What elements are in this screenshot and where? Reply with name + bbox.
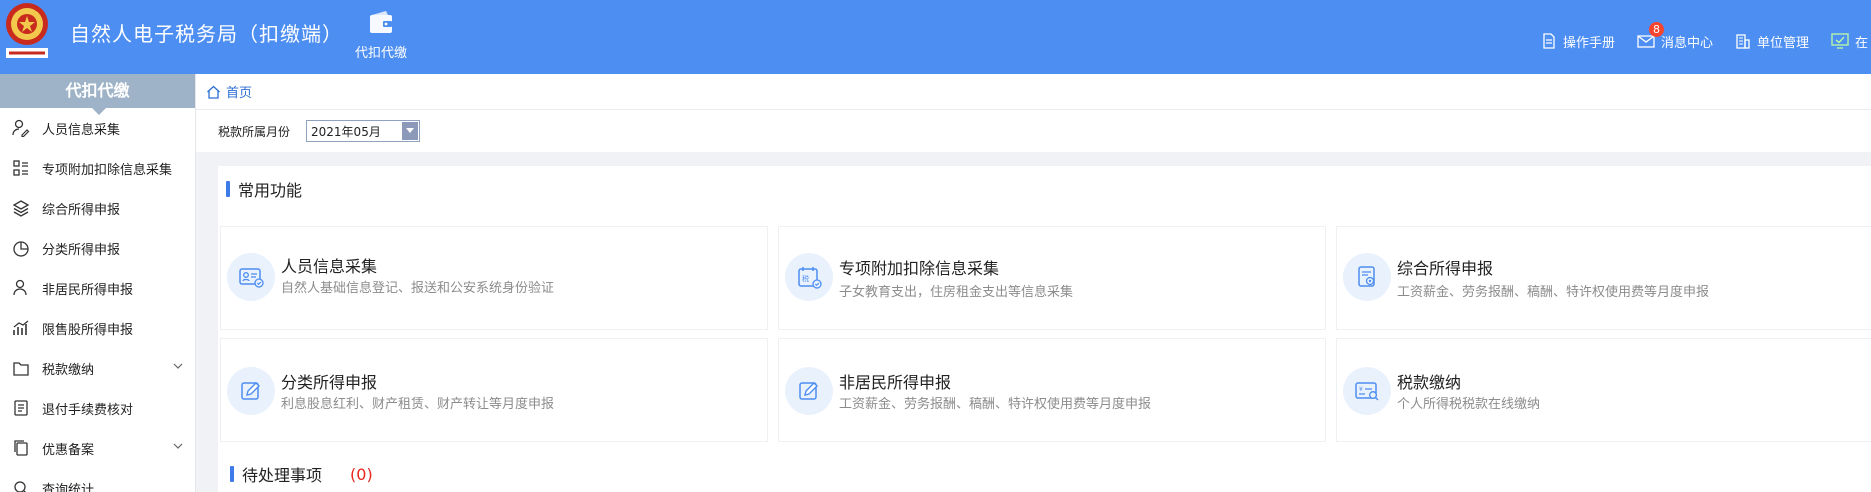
card-title: 综合所得申报 [1397,259,1494,278]
card-title: 非居民所得申报 [839,373,952,392]
card-title: 人员信息采集 [281,257,378,276]
online-status-label: 在 [1855,35,1869,51]
breadcrumb-home-link[interactable]: 首页 [226,82,252,101]
manual-label: 操作手册 [1562,35,1615,51]
user-icon [13,279,27,296]
common-functions-title: 常用功能 [226,166,302,212]
dropdown-arrow-icon[interactable] [402,122,419,140]
search-icon [14,481,26,492]
unit-management-label: 单位管理 [1756,35,1809,51]
header-actions: 操作手册 8 消息中心 单位管理 在 [1541,21,1871,52]
sidebar-item-label: 优惠备案 [42,442,95,458]
report-icon [1343,253,1391,301]
copy-icon [14,440,28,456]
tax-calendar-icon: 税 [785,253,833,301]
pending-items-count[interactable]: (0) [350,465,373,484]
svg-text:税: 税 [802,274,809,283]
pie-icon [13,241,29,257]
sidebar-item-label: 限售股所得申报 [42,322,134,338]
sidebar: 代扣代缴 人员信息采集 专项附加扣除信息采集 综合所得申报 分类所得申报 非居民… [0,74,196,492]
monitor-check-icon [1831,33,1849,49]
layers-icon [12,200,30,217]
sidebar-item-comprehensive-income[interactable]: 综合所得申报 [0,188,195,228]
home-icon[interactable] [206,85,221,99]
filter-bar: 税款所属月份 2021年05月 [196,110,1871,152]
breadcrumb: 首页 [196,74,1871,110]
payment-search-icon: ¥ [1343,367,1391,415]
card-comprehensive-income[interactable]: 综合所得申报 工资薪金、劳务报酬、稿酬、特许权使用费等月度申报 [1336,226,1871,330]
receipt-icon [14,400,28,416]
sidebar-item-label: 退付手续费核对 [42,402,134,418]
folder-icon [13,362,29,376]
pending-items-panel: 待处理事项 (0) [218,456,1871,492]
svg-text:¥: ¥ [1359,386,1363,393]
sidebar-item-classified-income[interactable]: 分类所得申报 [0,228,195,268]
top-nav-label: 代扣代缴 [354,46,407,61]
card-classified-income[interactable]: 分类所得申报 利息股息红利、财产租赁、财产转让等月度申报 [220,338,768,442]
pending-items-label: 待处理事项 [242,466,323,485]
main-content: 首页 税款所属月份 2021年05月 常用功能 人员信息采集 自然人基础信息登记… [196,74,1871,492]
card-description: 利息股息红利、财产租赁、财产转让等月度申报 [281,397,555,412]
document-icon [1543,33,1555,49]
chevron-down-icon[interactable] [173,362,183,370]
wallet-icon [370,11,392,33]
card-title: 专项附加扣除信息采集 [839,259,1000,278]
building-icon [1736,34,1750,49]
manual-link[interactable]: 操作手册 [1541,32,1615,51]
sidebar-item-query-statistics[interactable]: 查询统计 [0,468,195,492]
card-description: 子女教育支出，住房租金支出等信息采集 [839,285,1074,300]
bar-chart-icon [13,320,29,335]
card-special-deduction[interactable]: 税 专项附加扣除信息采集 子女教育支出，住房租金支出等信息采集 [778,226,1326,330]
sidebar-item-label: 人员信息采集 [42,122,121,138]
sidebar-item-special-deduction[interactable]: 专项附加扣除信息采集 [0,148,195,188]
app-header: 自然人电子税务局（扣缴端） 代扣代缴 操作手册 8 消息中心 单位管理 在 [0,0,1871,74]
card-title: 分类所得申报 [281,373,378,392]
sidebar-item-preferential-filing[interactable]: 优惠备案 [0,428,195,468]
online-status-link[interactable]: 在 [1831,32,1871,51]
card-tax-payment[interactable]: ¥ 税款缴纳 个人所得税税款在线缴纳 [1336,338,1871,442]
unit-management-link[interactable]: 单位管理 [1735,32,1809,51]
sidebar-item-refund-fee[interactable]: 退付手续费核对 [0,388,195,428]
top-nav-withholding[interactable]: 代扣代缴 [344,10,418,61]
message-center-link[interactable]: 8 消息中心 [1637,21,1713,51]
sidebar-item-label: 税款缴纳 [42,362,95,378]
card-title: 税款缴纳 [1397,373,1462,392]
edit-icon [785,367,833,415]
sidebar-item-label: 综合所得申报 [42,202,121,218]
chevron-down-icon[interactable] [173,442,183,450]
tax-month-select[interactable]: 2021年05月 [306,120,421,142]
list-icon [13,160,28,176]
message-center-label: 消息中心 [1660,35,1713,51]
user-edit-icon [12,119,30,137]
edit-icon [227,367,275,415]
card-description: 个人所得税税款在线缴纳 [1397,397,1541,412]
sidebar-item-label: 专项附加扣除信息采集 [42,162,173,178]
sidebar-title: 代扣代缴 [0,74,195,115]
sidebar-item-personnel-info[interactable]: 人员信息采集 [0,108,195,148]
app-title: 自然人电子税务局（扣缴端） [70,22,343,46]
common-functions-panel: 常用功能 人员信息采集 自然人基础信息登记、报送和公安系统身份验证 税 专项附加… [218,166,1871,492]
tax-month-value: 2021年05月 [311,124,381,139]
sidebar-item-label: 非居民所得申报 [42,282,134,298]
sidebar-item-label: 查询统计 [42,482,95,492]
sidebar-item-restricted-stock[interactable]: 限售股所得申报 [0,308,195,348]
pending-items-title: 待处理事项 (0) [230,456,373,492]
sidebar-item-label: 分类所得申报 [42,242,121,258]
sidebar-item-tax-payment[interactable]: 税款缴纳 [0,348,195,388]
card-nonresident-income[interactable]: 非居民所得申报 工资薪金、劳务报酬、稿酬、特许权使用费等月度申报 [778,338,1326,442]
id-card-icon [227,253,275,301]
card-description: 自然人基础信息登记、报送和公安系统身份验证 [281,281,555,296]
tax-month-label: 税款所属月份 [218,124,291,139]
tax-bureau-emblem-icon [2,0,52,64]
sidebar-item-nonresident-income[interactable]: 非居民所得申报 [0,268,195,308]
card-personnel-info[interactable]: 人员信息采集 自然人基础信息登记、报送和公安系统身份验证 [220,226,768,330]
card-description: 工资薪金、劳务报酬、稿酬、特许权使用费等月度申报 [839,397,1152,412]
card-description: 工资薪金、劳务报酬、稿酬、特许权使用费等月度申报 [1397,285,1710,300]
message-count-badge: 8 [1648,21,1664,37]
